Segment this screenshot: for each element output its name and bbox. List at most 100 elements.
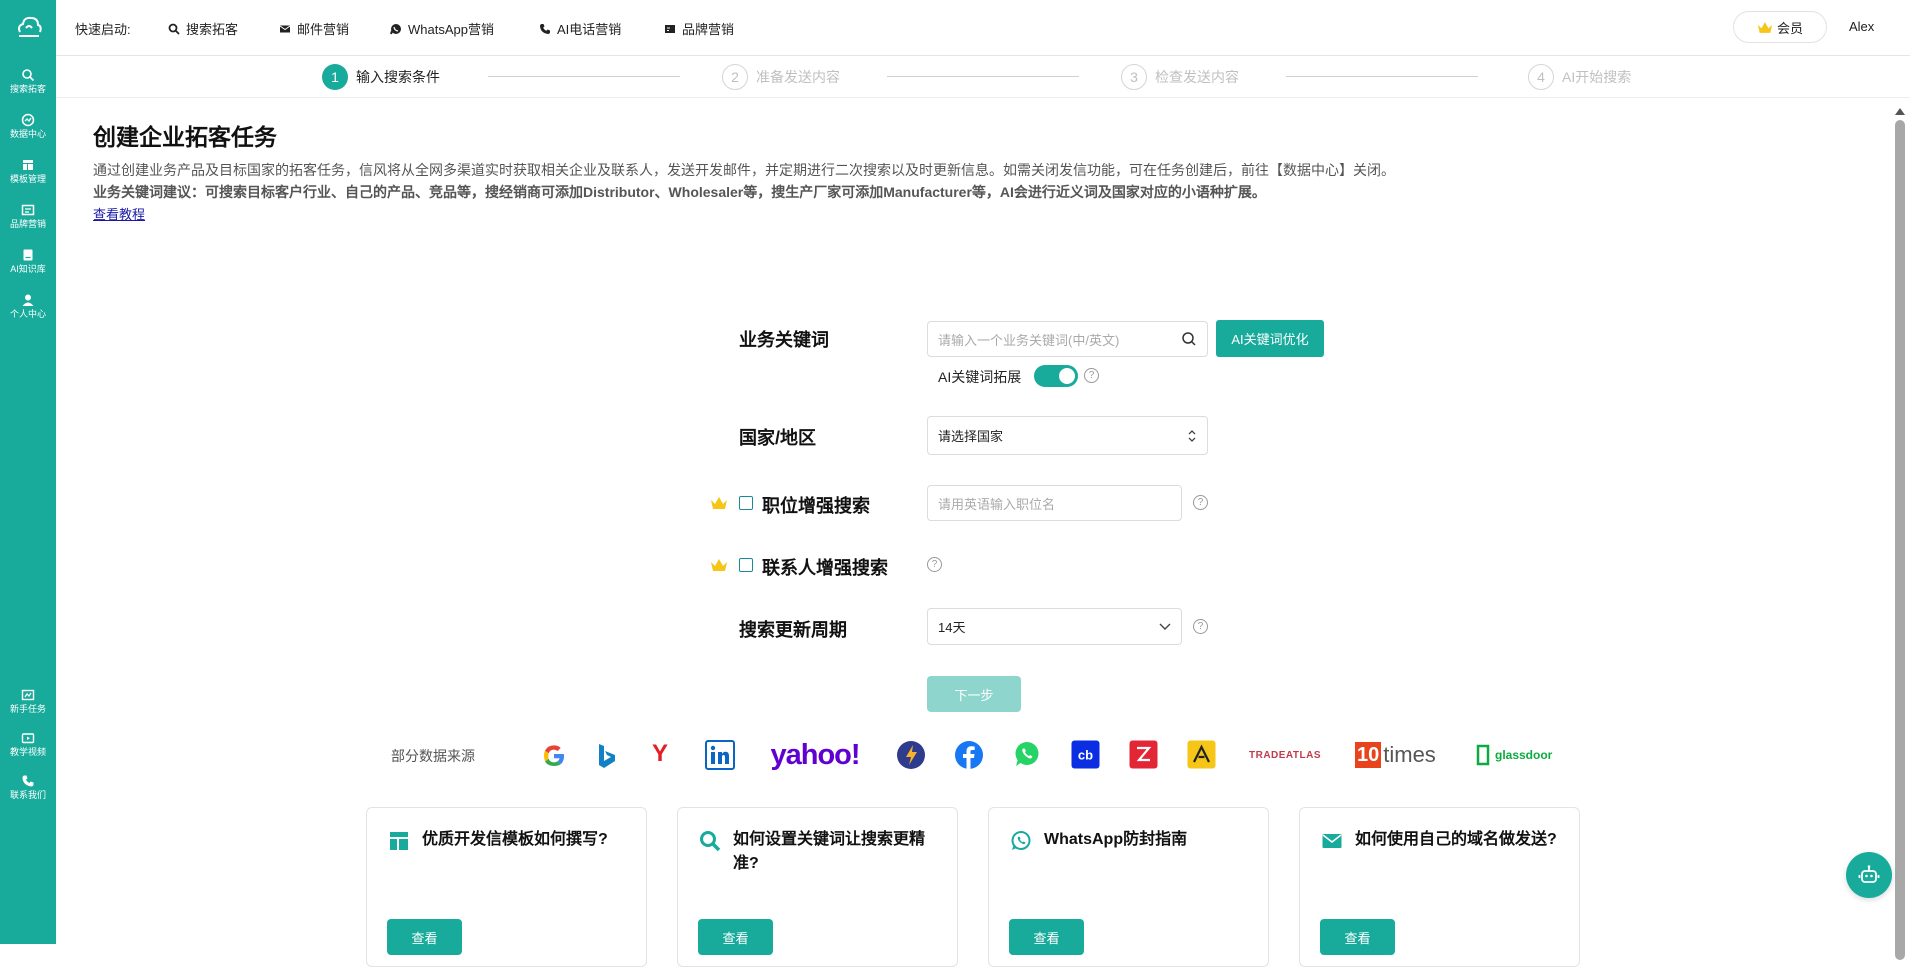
startpage-logo	[897, 741, 925, 769]
chevron-down-icon	[1159, 623, 1171, 630]
robot-icon	[1858, 865, 1880, 883]
scroll-up-arrow-icon[interactable]	[1895, 108, 1905, 115]
step-indicator: 1 输入搜索条件 2 准备发送内容 3 检查发送内容 4 AI开始搜索	[56, 56, 1910, 98]
yandex-logo: Y	[651, 740, 668, 767]
update-period-select[interactable]: 14天	[927, 608, 1182, 645]
job-enhance-label: 职位增强搜索	[762, 496, 870, 516]
keyword-advice: 业务关键词建议：可搜索目标客户行业、自己的产品、竞品等，搜经销商可添加Distr…	[93, 184, 1266, 200]
step-2: 2 准备发送内容	[722, 64, 840, 90]
step-divider	[1286, 76, 1478, 77]
card-template-writing: 优质开发信模板如何撰写? 查看	[366, 807, 647, 967]
keyword-input[interactable]: 请输入一个业务关键词(中/英文)	[927, 321, 1208, 357]
card-keyword-setting: 如何设置关键词让搜索更精准? 查看	[677, 807, 958, 967]
logo-icon[interactable]	[14, 12, 44, 42]
update-period-label: 搜索更新周期	[739, 620, 847, 640]
quick-brand[interactable]: 品牌营销	[664, 19, 734, 38]
job-title-input[interactable]: 请用英语输入职位名	[927, 485, 1182, 521]
sidebar-item-template[interactable]: 模板管理	[0, 158, 56, 186]
step-divider	[887, 76, 1079, 77]
next-step-button[interactable]: 下一步	[927, 676, 1021, 712]
ai-assistant-button[interactable]	[1846, 852, 1892, 898]
step-divider	[488, 76, 680, 77]
help-icon[interactable]: ?	[1193, 495, 1208, 510]
whatsapp-logo	[1015, 742, 1039, 766]
search-icon	[168, 23, 180, 35]
sidebar-item-knowledge[interactable]: AI知识库	[0, 248, 56, 276]
help-icon[interactable]: ?	[1193, 619, 1208, 634]
sidebar-item-tasks[interactable]: 新手任务	[0, 688, 56, 716]
quick-whatsapp[interactable]: WhatsApp营销	[390, 19, 494, 38]
quick-email[interactable]: 邮件营销	[279, 19, 349, 38]
topbar: 快速启动: 搜索拓客 邮件营销 WhatsApp营销 AI电话营销 品牌营销 会…	[56, 0, 1910, 56]
step-4: 4 AI开始搜索	[1528, 64, 1631, 90]
template-icon	[390, 832, 408, 850]
svg-text:cb: cb	[1078, 748, 1093, 763]
zoominfo-logo	[1129, 740, 1158, 769]
view-button[interactable]: 查看	[1009, 919, 1084, 955]
brand-icon	[665, 24, 675, 33]
step-3: 3 检查发送内容	[1121, 64, 1239, 90]
data-sources-label: 部分数据来源	[391, 748, 475, 764]
view-button[interactable]: 查看	[698, 919, 773, 955]
view-button[interactable]: 查看	[387, 919, 462, 955]
whatsapp-icon	[390, 23, 401, 34]
quick-ai-call[interactable]: AI电话营销	[539, 19, 621, 38]
sidebar-item-profile[interactable]: 个人中心	[0, 293, 56, 321]
toggle-knob	[1059, 368, 1075, 384]
crown-icon	[1757, 21, 1773, 33]
card-domain-sending: 如何使用自己的域名做发送? 查看	[1299, 807, 1580, 967]
google-logo	[544, 745, 564, 766]
phone-icon	[540, 23, 550, 34]
tradeatlas-logo: TRADEATLAS	[1248, 749, 1322, 761]
glassdoor-icon	[1476, 744, 1490, 766]
contact-enhance-label: 联系人增强搜索	[762, 558, 888, 578]
country-label: 国家/地区	[739, 428, 817, 448]
phone-icon	[22, 775, 34, 787]
page-description: 通过创建业务产品及目标国家的拓客任务，信风将从全网多渠道实时获取相关企业及联系人…	[93, 162, 1395, 178]
facebook-logo	[955, 741, 983, 769]
card-whatsapp-guide: WhatsApp防封指南 查看	[988, 807, 1269, 967]
tutorial-link[interactable]: 查看教程	[93, 204, 145, 223]
mail-icon	[279, 25, 291, 32]
crown-icon	[711, 497, 727, 509]
scroll-thumb[interactable]	[1895, 120, 1905, 960]
task-icon	[21, 689, 35, 701]
vip-button[interactable]: 会员	[1733, 11, 1827, 43]
quick-start-label: 快速启动:	[75, 22, 131, 37]
crunchbase-logo: cb	[1071, 740, 1100, 769]
sidebar-item-data-center[interactable]: 数据中心	[0, 113, 56, 141]
sidebar: 搜索拓客 数据中心 模板管理 品牌营销 AI知识库 个人中心 新手任务 教学视频…	[0, 0, 56, 944]
bing-logo	[599, 744, 615, 768]
sidebar-item-brand[interactable]: 品牌营销	[0, 203, 56, 231]
help-icon[interactable]: ?	[1084, 368, 1099, 383]
whatsapp-icon	[1011, 831, 1031, 850]
contact-enhance-checkbox[interactable]	[739, 558, 753, 572]
template-icon	[23, 160, 33, 170]
sidebar-item-contact[interactable]: 联系我们	[0, 774, 56, 802]
quick-search[interactable]: 搜索拓客	[168, 19, 238, 38]
user-name[interactable]: Alex	[1849, 19, 1874, 34]
video-icon	[21, 733, 35, 744]
job-enhance-checkbox[interactable]	[739, 496, 753, 510]
view-button[interactable]: 查看	[1320, 919, 1395, 955]
sidebar-item-videos[interactable]: 教学视频	[0, 731, 56, 759]
sidebar-item-search[interactable]: 搜索拓客	[0, 68, 56, 96]
search-icon	[22, 69, 35, 82]
page-title: 创建企业拓客任务	[93, 124, 277, 150]
yahoo-logo: yahoo!	[770, 738, 860, 771]
help-icon[interactable]: ?	[927, 557, 942, 572]
book-icon	[23, 249, 33, 261]
mail-icon	[1322, 834, 1342, 848]
ai-expand-toggle[interactable]	[1034, 365, 1078, 387]
crown-icon	[711, 559, 727, 571]
brand-icon	[21, 204, 35, 216]
linkedin-logo	[705, 740, 735, 770]
step-1: 1 输入搜索条件	[322, 64, 440, 90]
country-select[interactable]: 请选择国家	[927, 416, 1208, 455]
scrollbar[interactable]	[1890, 100, 1910, 960]
ai-keyword-optimize-button[interactable]: AI关键词优化	[1216, 320, 1324, 357]
apollo-logo	[1187, 740, 1216, 769]
chart-icon	[21, 113, 35, 127]
search-icon	[700, 831, 721, 852]
user-icon	[22, 294, 34, 306]
